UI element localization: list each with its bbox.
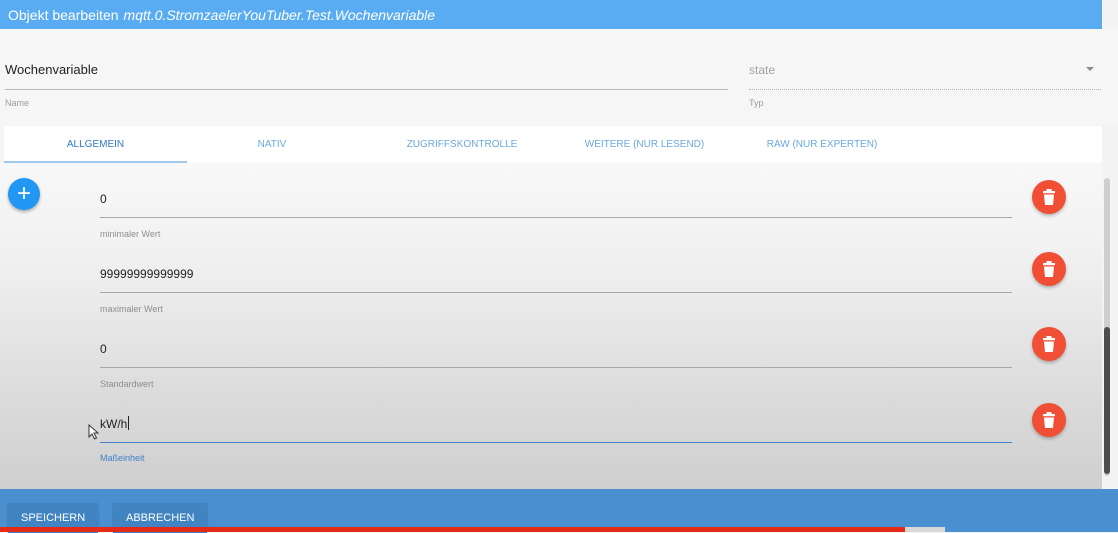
max-value-label: maximaler Wert <box>100 304 163 314</box>
add-button[interactable]: + <box>8 178 40 210</box>
dialog-title: Objekt bearbeiten <box>8 6 119 23</box>
text-caret <box>128 416 130 430</box>
video-progress-played <box>0 527 905 532</box>
content-panel <box>0 163 1102 489</box>
max-value-input[interactable]: 99999999999999 <box>100 267 193 281</box>
tab-raw[interactable]: RAW (NUR EXPERTEN) <box>722 126 922 163</box>
default-value-underline <box>100 367 1012 368</box>
dialog-titlebar: Objekt bearbeiten mqtt.0.StromzaelerYouT… <box>0 0 1102 29</box>
max-value-underline <box>100 292 1012 293</box>
scrollbar-thumb[interactable] <box>1104 327 1110 474</box>
object-id: mqtt.0.StromzaelerYouTuber.Test.Wochenva… <box>123 6 436 23</box>
type-select[interactable]: state <box>749 63 775 77</box>
chevron-down-icon[interactable] <box>1086 67 1094 71</box>
min-value-underline <box>100 217 1012 218</box>
header-area <box>0 29 1118 125</box>
delete-min-value-button[interactable] <box>1032 180 1066 214</box>
trash-icon <box>1043 412 1055 428</box>
unit-label: Maßeinheit <box>100 453 145 463</box>
delete-default-value-button[interactable] <box>1032 327 1066 361</box>
name-underline <box>5 89 728 90</box>
video-progress-buffered <box>905 527 945 532</box>
delete-unit-button[interactable] <box>1032 403 1066 437</box>
trash-icon <box>1043 261 1055 277</box>
name-input[interactable]: Wochenvariable <box>5 62 98 77</box>
tab-zugriffskontrolle[interactable]: ZUGRIFFSKONTROLLE <box>357 126 567 163</box>
tab-allgemein[interactable]: ALLGEMEIN <box>4 126 187 163</box>
tab-nativ[interactable]: NATIV <box>187 126 357 163</box>
trash-icon <box>1043 189 1055 205</box>
unit-value: kW/h <box>100 417 128 431</box>
dialog-footer: SPEICHERN ABBRECHEN <box>0 489 1118 533</box>
min-value-input[interactable]: 0 <box>100 192 107 206</box>
type-label: Typ <box>749 98 764 108</box>
tab-weitere[interactable]: WEITERE (NUR LESEND) <box>567 126 722 163</box>
tab-bar: ALLGEMEIN NATIV ZUGRIFFSKONTROLLE WEITER… <box>4 126 1102 163</box>
trash-icon <box>1043 336 1055 352</box>
unit-underline <box>100 442 1012 443</box>
type-underline <box>749 89 1101 90</box>
mouse-cursor-icon <box>88 424 99 440</box>
default-value-label: Standardwert <box>100 379 154 389</box>
min-value-label: minimaler Wert <box>100 229 161 239</box>
delete-max-value-button[interactable] <box>1032 252 1066 286</box>
default-value-input[interactable]: 0 <box>100 342 107 356</box>
name-label: Name <box>5 98 30 108</box>
unit-input[interactable]: kW/h <box>100 416 130 431</box>
plus-icon: + <box>16 180 31 207</box>
